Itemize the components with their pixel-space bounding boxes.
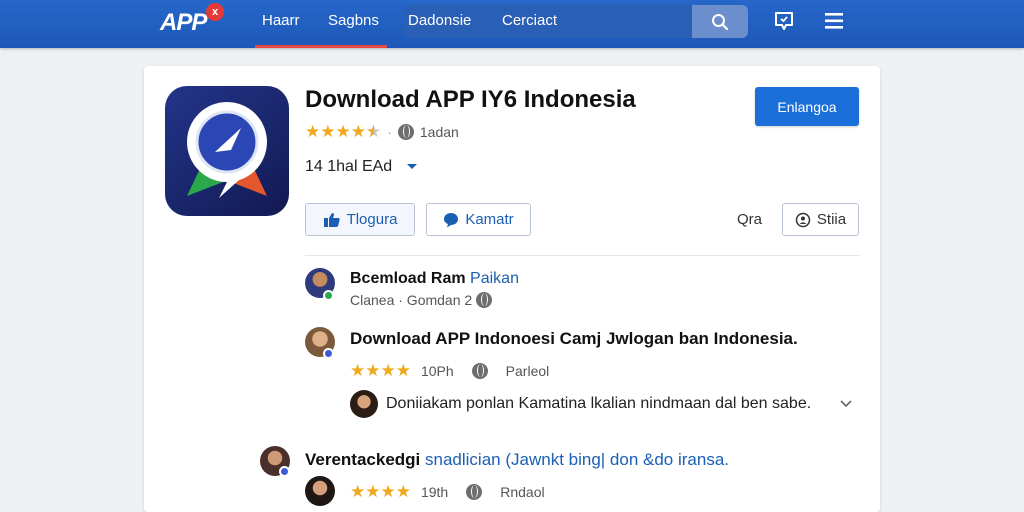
thumbs-up-icon — [323, 212, 340, 227]
nav-link-contact[interactable]: Cerciact — [502, 12, 557, 29]
post-time: 19th — [420, 484, 449, 500]
avatar[interactable] — [350, 390, 378, 418]
post-author[interactable]: Bcemload Ram — [350, 270, 466, 287]
app-logo[interactable]: APP — [160, 9, 207, 37]
active-nav-indicator — [255, 45, 387, 48]
compass-chat-icon — [187, 102, 267, 198]
hamburger-menu-icon — [825, 13, 843, 29]
rating-stars: ★★★★ — [350, 482, 411, 501]
ora-link[interactable]: Qra — [737, 211, 762, 228]
install-count-dropdown[interactable]: 14 1hal EAd — [305, 158, 418, 176]
user-share-icon — [795, 212, 811, 227]
rating-stars: ★★★★ — [350, 361, 411, 380]
post-time: 10Ph — [420, 363, 454, 379]
menu-button[interactable] — [821, 8, 847, 34]
post-stats-row: ★★★★ 10Ph Parleol — [350, 361, 549, 381]
messages-button[interactable] — [771, 8, 797, 34]
app-title: Download APP IY6 Indonesia — [305, 86, 636, 113]
chat-bubble-icon — [775, 12, 793, 30]
comment-button-label: Kamatr — [465, 211, 514, 228]
like-button-label: Tlogura — [346, 211, 398, 228]
comment-button[interactable]: Kamatr — [426, 203, 531, 236]
reply-text: Doniiakam ponlan Kamatina lkalian nindma… — [386, 395, 812, 412]
rating-stars: ★★★★★★ — [305, 122, 382, 141]
chevron-down-icon — [407, 164, 418, 169]
comment-icon — [444, 212, 459, 227]
search-button[interactable] — [692, 5, 748, 38]
post-title: Bcemload Ram Paikan — [350, 270, 519, 288]
post-stats-row: ★★★★ 19th Rndaol — [350, 482, 545, 502]
post-action[interactable]: Parleol — [506, 363, 550, 379]
globe-icon — [466, 484, 483, 500]
post-author[interactable]: Verentackedgi — [305, 450, 420, 469]
chevron-down-icon[interactable] — [840, 400, 852, 408]
globe-icon — [471, 363, 488, 379]
primary-action-button[interactable]: Enlangoa — [755, 87, 859, 126]
nav-link-home[interactable]: Haarr — [262, 12, 300, 29]
app-rating-row: ★★★★★★ · 1adan — [305, 122, 459, 141]
post-meta-row: Clanea · Gomdan 2 — [350, 292, 493, 308]
post-text: Download APP Indonoesi Camj Jwlogan ban … — [350, 329, 798, 348]
online-status-dot — [323, 290, 334, 301]
section-divider — [305, 255, 860, 256]
post-body: Download APP Indonoesi Camj Jwlogan ban … — [350, 329, 798, 349]
app-icon — [165, 86, 289, 216]
verified-badge — [323, 348, 334, 359]
share-button[interactable]: Stiia — [782, 203, 859, 236]
nav-link-download[interactable]: Dadonsie — [408, 12, 471, 29]
post-link[interactable]: Paikan — [470, 270, 519, 287]
verified-badge — [279, 466, 290, 477]
top-navigation-bar: APP x Haarr Sagbns Dadonsie Cerciact — [0, 0, 1024, 48]
post-title: Verentackedgi snadlician (Jawnkt bing| d… — [305, 450, 729, 470]
like-button[interactable]: Tlogura — [305, 203, 415, 236]
globe-icon — [397, 124, 414, 140]
nav-link-categories[interactable]: Sagbns — [328, 12, 379, 29]
post-link[interactable]: snadlician (Jawnkt bing| don &do iransa. — [425, 450, 729, 469]
share-button-label: Stiia — [816, 211, 847, 228]
globe-icon — [476, 292, 493, 308]
install-count: 14 1hal EAd — [305, 158, 393, 175]
rating-label: 1adan — [419, 124, 459, 140]
post-action[interactable]: Rndaol — [500, 484, 544, 500]
search-icon — [712, 13, 729, 30]
post-meta: Clanea · Gomdan 2 — [350, 292, 473, 308]
notification-badge[interactable]: x — [206, 3, 224, 21]
avatar[interactable] — [305, 476, 335, 506]
